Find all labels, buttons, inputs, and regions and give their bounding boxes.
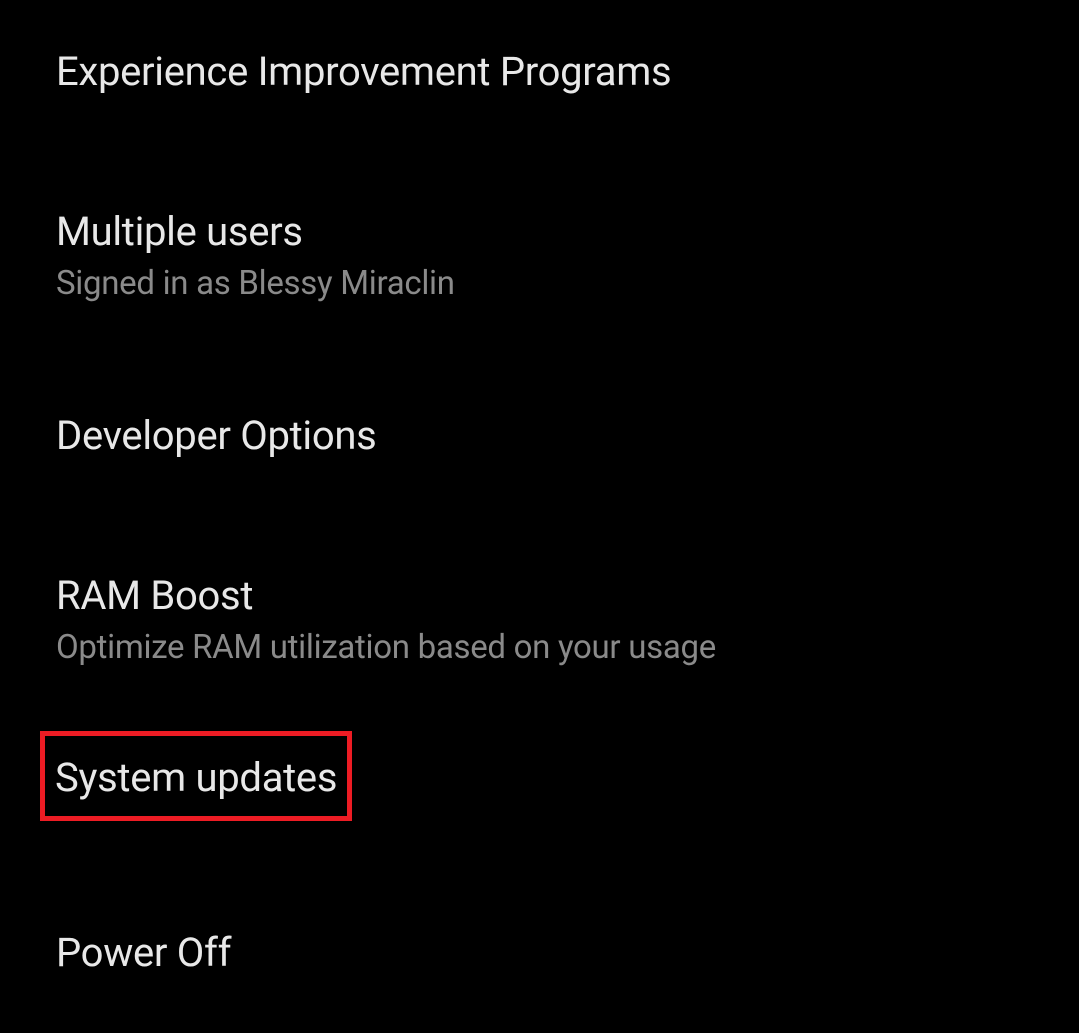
settings-item-multiple-users[interactable]: Multiple users Signed in as Blessy Mirac…: [56, 208, 1023, 304]
settings-item-title: Experience Improvement Programs: [56, 48, 1023, 96]
settings-item-ram-boost[interactable]: RAM Boost Optimize RAM utilization based…: [56, 572, 1023, 668]
highlight-box: System updates: [40, 731, 352, 821]
settings-item-title: RAM Boost: [56, 572, 1023, 620]
settings-item-title: Power Off: [56, 929, 1023, 977]
settings-item-title: Developer Options: [56, 412, 1023, 460]
settings-list: Experience Improvement Programs Multiple…: [0, 0, 1079, 977]
settings-item-subtitle: Optimize RAM utilization based on your u…: [56, 628, 1023, 668]
settings-item-subtitle: Signed in as Blessy Miraclin: [56, 264, 1023, 304]
settings-item-developer-options[interactable]: Developer Options: [56, 412, 1023, 460]
settings-item-power-off[interactable]: Power Off: [56, 929, 1023, 977]
settings-item-experience-improvement[interactable]: Experience Improvement Programs: [56, 48, 1023, 96]
settings-item-title: Multiple users: [56, 208, 1023, 256]
settings-item-system-updates[interactable]: System updates: [56, 753, 1023, 821]
settings-item-title: System updates: [55, 754, 337, 802]
